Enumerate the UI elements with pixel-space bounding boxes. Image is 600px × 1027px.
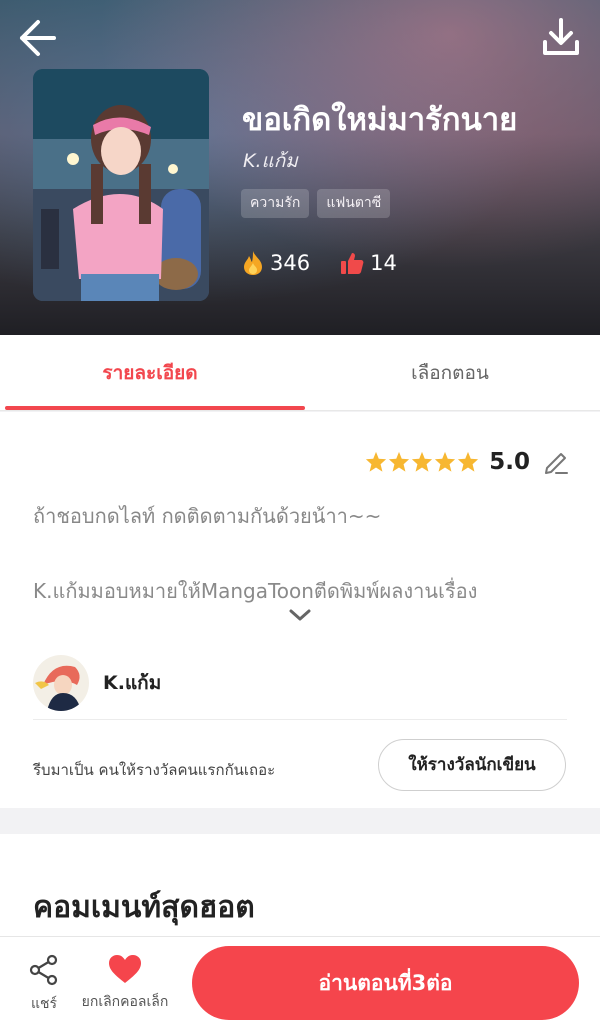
thumbs-up-icon: [341, 253, 364, 274]
author-name[interactable]: K.แก้ม: [103, 668, 161, 698]
reward-author-button[interactable]: ให้รางวัลนักเขียน: [378, 739, 566, 791]
tab-episodes[interactable]: เลือกตอน: [300, 335, 600, 411]
rating-value: 5.0: [489, 449, 530, 475]
star-icon: [458, 451, 479, 472]
star-icon: [366, 451, 387, 472]
book-stats: 346 14: [242, 250, 427, 276]
active-tab-indicator: [5, 406, 305, 410]
star-icon: [412, 451, 433, 472]
book-cover-image[interactable]: [33, 69, 209, 301]
views-count: 346: [270, 251, 311, 275]
fire-icon: [244, 251, 262, 275]
heart-icon: [109, 955, 141, 983]
share-icon: [29, 954, 58, 986]
unfavorite-label: ยกเลิกคอลเล็ก: [81, 994, 169, 1010]
description-line-2: K.แก้มมอบหมายให้MangaToonตีดพิมพ์ผลงานเร…: [33, 579, 478, 603]
star-icon: [389, 451, 410, 472]
tag-fantasy[interactable]: แฟนตาซี: [317, 189, 391, 218]
hot-comments-section: คอมเมนท์สุดฮอต: [0, 834, 600, 936]
tab-bar: รายละเอียด เลือกตอน: [0, 335, 600, 411]
tab-details[interactable]: รายละเอียด: [0, 335, 300, 411]
rating: 5.0: [365, 448, 570, 476]
pencil-icon[interactable]: [542, 448, 570, 476]
likes-stat: 14: [340, 251, 397, 275]
book-author[interactable]: K.แก้ม: [243, 146, 298, 176]
bottom-action-bar: แชร์ ยกเลิกคอลเล็ก อ่านตอนที่3ต่อ: [0, 936, 600, 1027]
back-arrow-icon[interactable]: [16, 16, 60, 60]
author-row[interactable]: K.แก้ม: [33, 646, 567, 720]
share-button[interactable]: แชร์: [22, 953, 66, 1019]
share-label: แชร์: [30, 996, 58, 1012]
reward-prompt: รีบมาเป็น คนให้รางวัลคนแรกกันเถอะ: [33, 761, 276, 779]
chevron-down-icon[interactable]: [288, 608, 312, 622]
likes-count: 14: [370, 251, 397, 275]
views-stat: 346: [242, 250, 310, 276]
book-title: ขอเกิดใหม่มารักนาย: [242, 102, 518, 138]
tag-romance[interactable]: ความรัก: [241, 189, 310, 218]
download-icon[interactable]: [538, 14, 584, 60]
star-rating: [365, 451, 479, 473]
star-icon: [435, 451, 456, 472]
genre-tags: ความรัก แฟนตาซี: [241, 189, 391, 218]
description-line-1: ถ้าชอบกดไลท์ กดติดตามกันด้วยน้าา~~: [33, 504, 382, 528]
hot-comments-title: คอมเมนท์สุดฮอต: [33, 890, 255, 925]
detail-panel: 5.0 ถ้าชอบกดไลท์ กดติดตามกันด้วยน้าา~~ K…: [0, 412, 600, 808]
book-header: ขอเกิดใหม่มารักนาย K.แก้ม ความรัก แฟนตาซ…: [0, 0, 600, 335]
continue-reading-button[interactable]: อ่านตอนที่3ต่อ: [192, 946, 579, 1020]
unfavorite-button[interactable]: ยกเลิกคอลเล็ก: [72, 953, 178, 1019]
avatar[interactable]: [33, 654, 89, 711]
